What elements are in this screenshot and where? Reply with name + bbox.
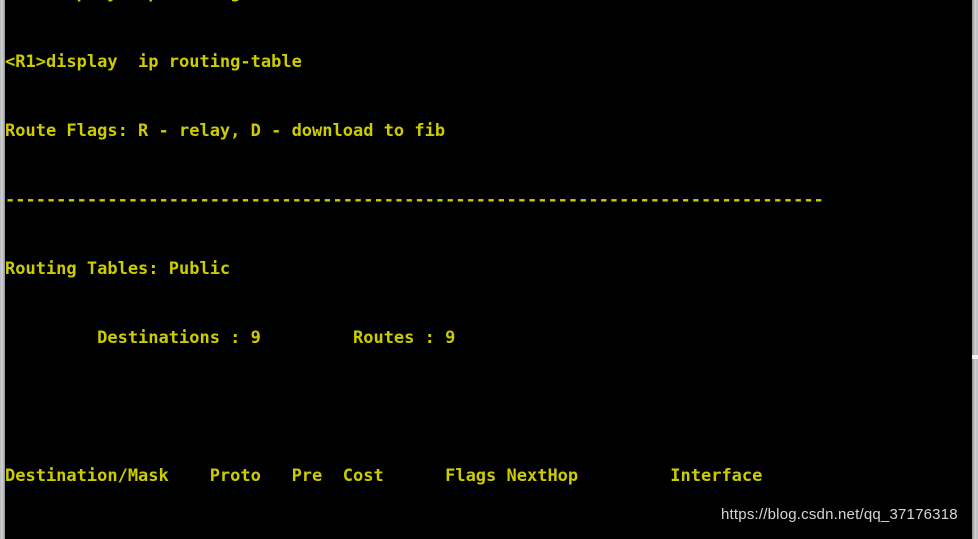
terminal-text-area[interactable]: <R1>display ip routing-table <R1>display…	[5, 0, 972, 539]
terminal-line-summary: Destinations : 9 Routes : 9	[5, 328, 456, 348]
terminal-line-prompt: <R1>display ip routing-table	[5, 52, 302, 72]
terminal-line-separator: ----------------------------------------…	[5, 190, 824, 210]
terminal-line-routing-tables: Routing Tables: Public	[5, 259, 231, 279]
terminal-table-header: Destination/Mask Proto Pre Cost Flags Ne…	[5, 466, 763, 486]
terminal-window: <R1>display ip routing-table <R1>display…	[0, 0, 978, 539]
terminal-line-blank-1	[5, 396, 972, 419]
watermark-url: https://blog.csdn.net/qq_37176318	[721, 506, 958, 523]
scrollbar-thumb-gap[interactable]	[972, 355, 978, 359]
terminal-line-blank-2	[5, 534, 972, 539]
window-right-scrollbar[interactable]	[972, 0, 978, 539]
terminal-line-route-flags: Route Flags: R - relay, D - download to …	[5, 121, 446, 141]
terminal-output: <R1>display ip routing-table Route Flags…	[5, 5, 972, 539]
